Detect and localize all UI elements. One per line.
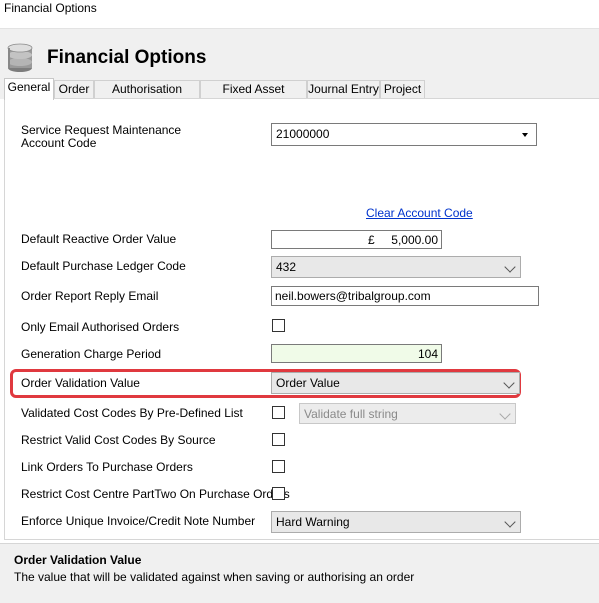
- order-report-reply-email-input[interactable]: neil.bowers@tribalgroup.com: [271, 286, 539, 306]
- restrict-valid-cost-codes-checkbox[interactable]: [272, 433, 285, 446]
- help-description: The value that will be validated against…: [14, 570, 415, 584]
- enforce-unique-invoice-select[interactable]: Hard Warning: [271, 511, 521, 533]
- window-title: Financial Options: [4, 1, 97, 15]
- order-validation-value-label: Order Validation Value: [21, 376, 140, 390]
- clear-account-code-link[interactable]: Clear Account Code: [366, 206, 473, 220]
- service-request-account-code-value: 21000000: [276, 127, 330, 141]
- enforce-unique-invoice-value: Hard Warning: [276, 515, 350, 529]
- tab-authorisation-matrix[interactable]: Authorisation Matrix: [94, 80, 200, 113]
- default-purchase-ledger-code-select[interactable]: 432: [271, 256, 521, 278]
- order-report-reply-email-label: Order Report Reply Email: [21, 289, 159, 303]
- help-title: Order Validation Value: [14, 553, 142, 567]
- chevron-down-icon: [503, 377, 515, 389]
- generation-charge-period-input[interactable]: 104: [271, 344, 442, 363]
- validated-cost-codes-checkbox[interactable]: [272, 406, 285, 419]
- validate-option-select[interactable]: Validate full string: [299, 403, 516, 424]
- restrict-cost-centre-checkbox[interactable]: [272, 487, 285, 500]
- restrict-valid-cost-codes-label: Restrict Valid Cost Codes By Source: [21, 433, 216, 447]
- currency-symbol: £: [368, 233, 375, 247]
- link-orders-label: Link Orders To Purchase Orders: [21, 460, 193, 474]
- default-reactive-order-value-value: 5,000.00: [391, 233, 438, 247]
- tab-strip: General Order Authorisation Matrix Fixed…: [0, 78, 599, 113]
- default-purchase-ledger-code-value: 432: [276, 260, 297, 274]
- only-email-authorised-orders-checkbox[interactable]: [272, 319, 285, 332]
- page-title: Financial Options: [47, 47, 207, 68]
- dropdown-arrow-icon: [522, 133, 528, 137]
- tab-fixed-asset-register[interactable]: Fixed Asset Register: [200, 80, 307, 113]
- order-validation-value-value: Order Value: [276, 376, 340, 390]
- order-report-reply-email-value: neil.bowers@tribalgroup.com: [275, 289, 431, 303]
- link-orders-checkbox[interactable]: [272, 460, 285, 473]
- tab-order[interactable]: Order: [54, 80, 94, 98]
- chevron-down-icon: [504, 516, 516, 528]
- tab-project[interactable]: Project: [380, 80, 425, 98]
- generation-charge-period-value: 104: [417, 347, 438, 361]
- generation-charge-period-label: Generation Charge Period: [21, 347, 162, 361]
- tab-general[interactable]: General: [4, 78, 54, 100]
- title-bar: Financial Options: [0, 0, 599, 28]
- only-email-authorised-orders-label: Only Email Authorised Orders: [21, 320, 180, 334]
- validated-cost-codes-label: Validated Cost Codes By Pre-Defined List: [21, 406, 243, 420]
- restrict-cost-centre-label: Restrict Cost Centre PartTwo On Purchase…: [21, 487, 290, 501]
- database-icon: [7, 43, 33, 72]
- default-reactive-order-value-input[interactable]: £ 5,000.00: [271, 230, 442, 249]
- default-purchase-ledger-code-label: Default Purchase Ledger Code: [21, 259, 186, 273]
- page-header: Financial Options: [0, 28, 599, 79]
- validate-option-value: Validate full string: [304, 407, 398, 421]
- chevron-down-icon: [499, 408, 511, 420]
- service-request-account-code-select[interactable]: 21000000: [271, 123, 537, 146]
- chevron-down-icon: [504, 261, 516, 273]
- help-panel: Order Validation Value The value that wi…: [0, 543, 599, 603]
- default-reactive-order-value-label: Default Reactive Order Value: [21, 232, 177, 246]
- tab-journal-entry[interactable]: Journal Entry: [307, 80, 380, 98]
- order-validation-value-select[interactable]: Order Value: [271, 372, 520, 394]
- enforce-unique-invoice-label: Enforce Unique Invoice/Credit Note Numbe…: [21, 514, 256, 528]
- service-request-label-line2: Account Code: [21, 136, 97, 150]
